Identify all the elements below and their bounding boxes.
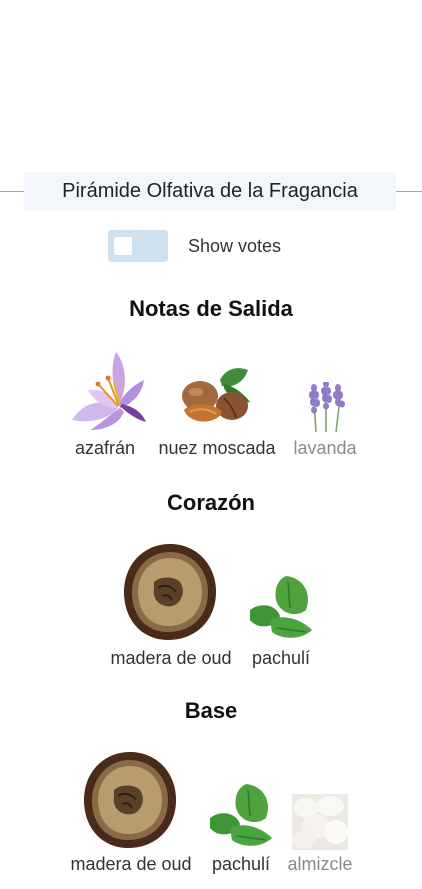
title-divider-left — [0, 191, 24, 192]
note-label: pachulí — [211, 854, 271, 874]
nutmeg-icon — [182, 368, 250, 422]
note-label: nuez moscada — [158, 438, 276, 458]
show-votes-control[interactable]: Show votes — [108, 230, 328, 262]
show-votes-toggle[interactable] — [108, 230, 168, 262]
oud-wood-icon — [124, 544, 216, 640]
note-saffron[interactable]: azafrán — [60, 348, 150, 463]
note-label: madera de oud — [110, 648, 232, 668]
section-title-base-notes: Base — [184, 698, 238, 723]
note-label: almizcle — [287, 854, 353, 874]
note-patchouli[interactable]: pachulí — [242, 540, 320, 670]
pyramid-title-row: Pirámide Olfativa de la Fragancia — [0, 172, 422, 210]
note-patchouli-base[interactable]: pachulí — [202, 748, 280, 878]
oud-wood-icon — [84, 752, 176, 848]
lavender-icon — [309, 382, 345, 432]
note-oud-base[interactable]: madera de oud — [60, 748, 202, 878]
musk-icon — [292, 794, 348, 850]
note-nutmeg[interactable]: nuez moscada — [150, 348, 284, 463]
section-title-top-notes: Notas de Salida — [129, 296, 293, 321]
patchouli-leaf-icon — [250, 576, 312, 638]
saffron-flower-icon — [72, 352, 146, 430]
note-oud[interactable]: madera de oud — [100, 540, 242, 670]
note-label: madera de oud — [70, 854, 192, 874]
toggle-knob — [114, 237, 132, 255]
pyramid-title: Pirámide Olfativa de la Fragancia — [24, 172, 396, 210]
show-votes-label[interactable]: Show votes — [188, 230, 281, 262]
note-label: lavanda — [293, 438, 357, 458]
note-label: azafrán — [74, 438, 136, 458]
section-title-heart-notes: Corazón — [167, 490, 255, 515]
title-divider-right — [396, 191, 422, 192]
note-lavender[interactable]: lavanda — [284, 348, 366, 463]
note-label: pachulí — [251, 648, 311, 668]
patchouli-leaf-icon — [210, 784, 272, 846]
note-musk[interactable]: almizcle — [280, 748, 360, 878]
